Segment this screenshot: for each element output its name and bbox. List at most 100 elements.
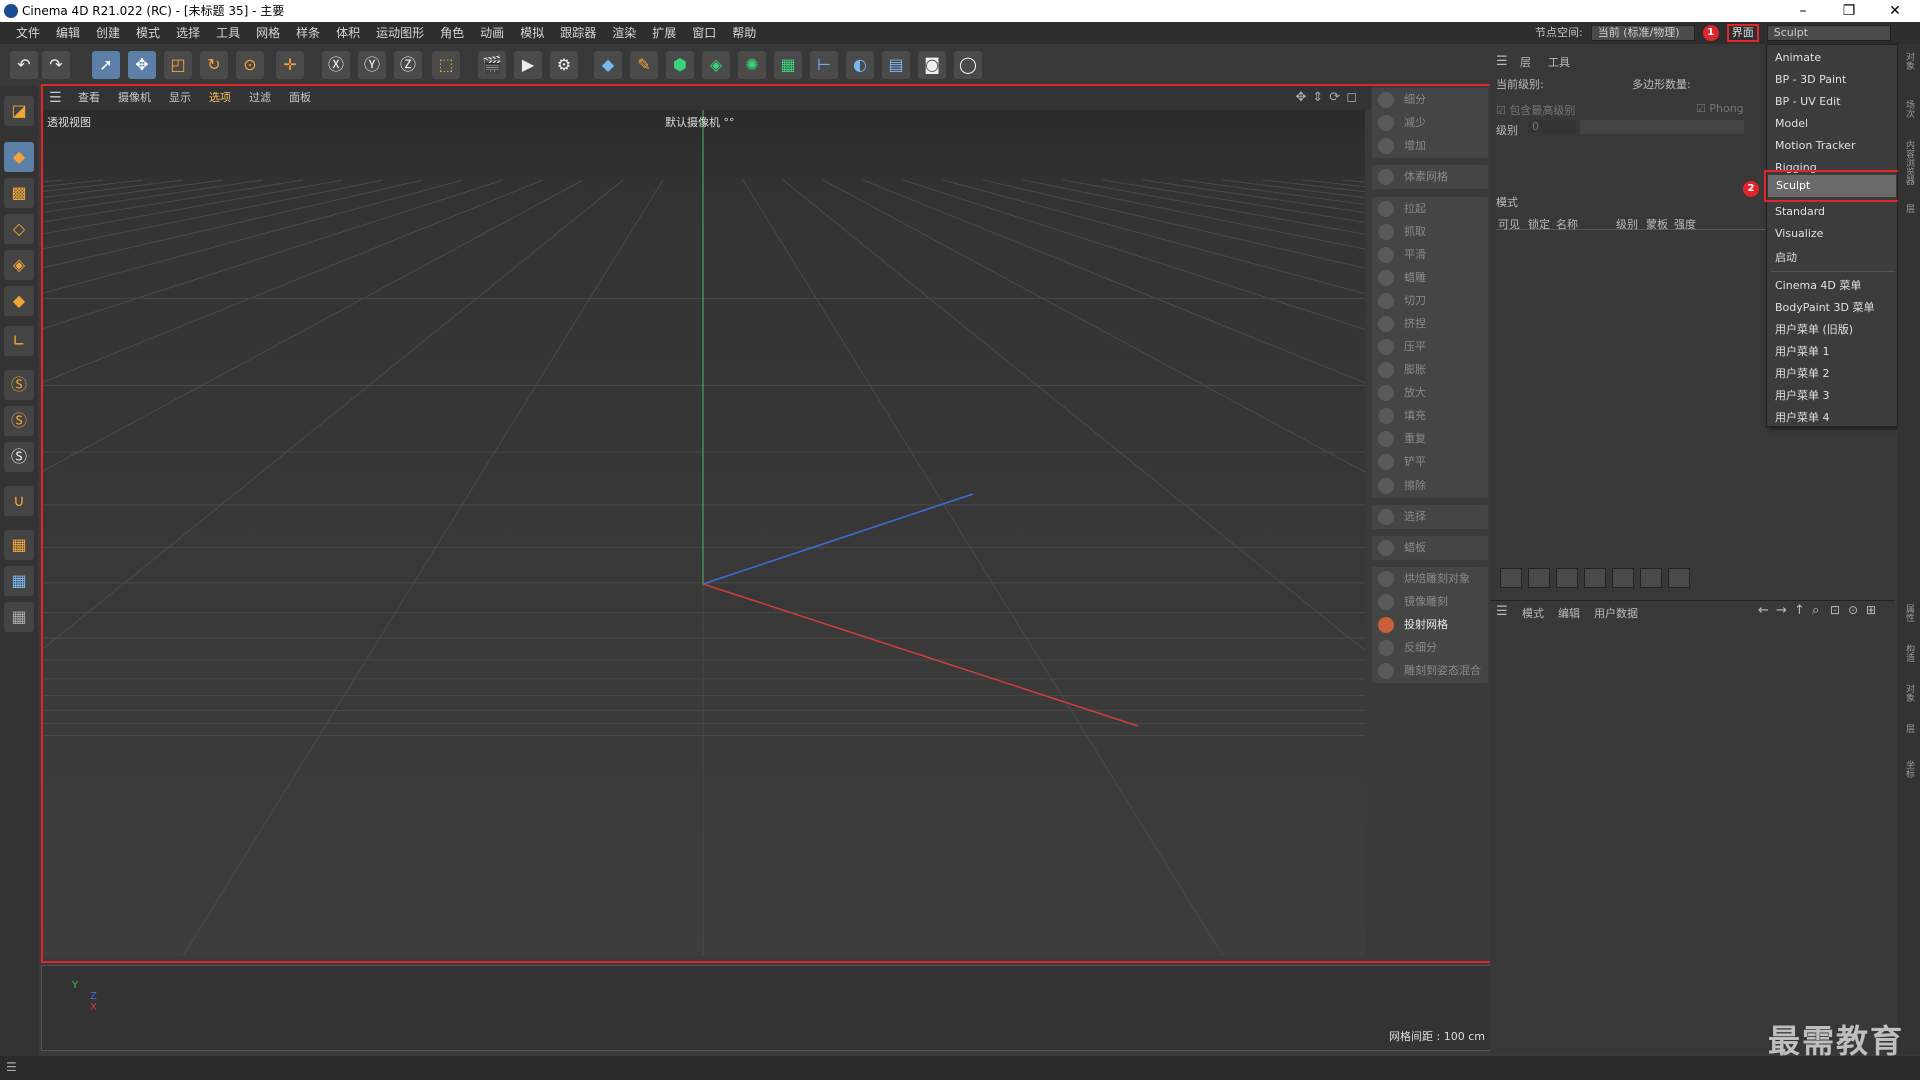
interface-button[interactable]: 界面 — [1726, 24, 1759, 42]
menu-volume[interactable]: 体积 — [328, 22, 368, 44]
menu-tools[interactable]: 工具 — [208, 22, 248, 44]
level-field[interactable]: 0 — [1528, 120, 1576, 133]
snap-settings-icon[interactable]: Ⓢ — [4, 406, 34, 436]
polygons-mode-icon[interactable]: ◆ — [4, 286, 34, 316]
layout-option-sculpt[interactable]: Sculpt — [1768, 175, 1896, 197]
restore-button[interactable]: ❐ — [1826, 0, 1872, 22]
sculpt-tool-button[interactable]: 铲平 — [1372, 450, 1488, 474]
recent-tool-icon[interactable]: ⊙ — [236, 51, 264, 79]
redo-icon[interactable]: ↷ — [42, 51, 70, 79]
delete-layer-icon[interactable] — [1556, 568, 1578, 588]
maximize-view-icon[interactable]: ◻ — [1346, 86, 1357, 110]
make-editable-icon[interactable]: ◪ — [4, 96, 34, 126]
y-axis-lock-icon[interactable]: Ⓨ — [358, 51, 386, 79]
layout-option[interactable]: Motion Tracker — [1775, 139, 1855, 152]
attr-menu-userdata[interactable]: 用户数据 — [1594, 605, 1638, 621]
sculpt-tool-button[interactable]: 膨胀 — [1372, 358, 1488, 382]
sculpt-tool-button[interactable]: 放大 — [1372, 381, 1488, 405]
col-level[interactable]: 级别 — [1616, 216, 1638, 232]
attributes-hamburger-icon[interactable]: ☰ — [1496, 604, 1508, 619]
sculpt-tool-button[interactable]: 拉起 — [1372, 197, 1488, 221]
layout-option[interactable]: Standard — [1775, 205, 1825, 218]
sculpt-tool-button[interactable]: 增加 — [1372, 134, 1488, 158]
sculpt-tool-button[interactable]: 蜡雕 — [1372, 266, 1488, 290]
cube-icon[interactable]: ◆ — [594, 51, 622, 79]
search-icon[interactable]: ⌕ — [1812, 603, 1819, 618]
forward-arrow-icon[interactable]: → — [1776, 603, 1787, 618]
select-tool-icon[interactable]: ➚ — [92, 51, 120, 79]
edges-mode-icon[interactable]: ◈ — [4, 250, 34, 280]
sculpt-tool-button[interactable]: 细分 — [1372, 88, 1488, 112]
rotate-tool-icon[interactable]: ↻ — [200, 51, 228, 79]
paste-layer-icon[interactable] — [1640, 568, 1662, 588]
viewport-menu-camera[interactable]: 摄像机 — [109, 86, 160, 110]
menu-mograph[interactable]: 运动图形 — [368, 22, 432, 44]
live-select-icon[interactable]: ✛ — [276, 51, 304, 79]
sculpt-tool-button[interactable]: 挤捏 — [1372, 312, 1488, 336]
menu-window[interactable]: 窗口 — [684, 22, 724, 44]
menu-tracker[interactable]: 跟踪器 — [552, 22, 604, 44]
subdivision-surface-icon[interactable]: ⬢ — [666, 51, 694, 79]
menu-mesh[interactable]: 网格 — [248, 22, 288, 44]
viewport-hamburger-icon[interactable]: ☰ — [49, 86, 62, 110]
side-tab-construction[interactable]: 构造 — [1902, 644, 1916, 662]
sculpt-tool-button[interactable]: 抓取 — [1372, 220, 1488, 244]
axis-mode-icon[interactable]: ∟ — [4, 326, 34, 356]
clear-layer-icon[interactable] — [1668, 568, 1690, 588]
side-tab-objects[interactable]: 对象 — [1902, 52, 1916, 70]
magnet-icon[interactable]: ∪ — [4, 486, 34, 516]
menu-file[interactable]: 文件 — [8, 22, 48, 44]
model-mode-icon[interactable]: ◆ — [4, 142, 34, 172]
lock-icon[interactable]: ⊡ — [1830, 603, 1840, 617]
merge-layer-icon[interactable] — [1584, 568, 1606, 588]
menu-create[interactable]: 创建 — [88, 22, 128, 44]
layout-option[interactable]: 用户菜单 1 — [1775, 343, 1830, 359]
menu-animate[interactable]: 动画 — [472, 22, 512, 44]
sculpt-tool-button[interactable]: 烘焙雕刻对象 — [1372, 567, 1488, 591]
bend-deformer-icon[interactable]: ⊢ — [810, 51, 838, 79]
menu-spline[interactable]: 样条 — [288, 22, 328, 44]
sculpt-tool-button[interactable]: 减少 — [1372, 111, 1488, 135]
orbit-view-icon[interactable]: ⟳ — [1329, 86, 1340, 110]
pen-spline-icon[interactable]: ✎ — [630, 51, 658, 79]
side-tab-content-browser[interactable]: 内容浏览器 — [1902, 140, 1916, 185]
layout-option[interactable]: Visualize — [1775, 227, 1823, 240]
viewport-menu-panel[interactable]: 面板 — [280, 86, 320, 110]
back-arrow-icon[interactable]: ← — [1758, 603, 1769, 618]
side-tab-objects-2[interactable]: 对象 — [1902, 684, 1916, 702]
mograph-icon[interactable]: ▦ — [774, 51, 802, 79]
undo-icon[interactable]: ↶ — [10, 51, 38, 79]
sculpt-tool-button[interactable]: 雕刻到姿态混合 — [1372, 659, 1488, 683]
sculpt-tool-button[interactable]: 切刀 — [1372, 289, 1488, 313]
side-tab-takes[interactable]: 场次 — [1902, 100, 1916, 118]
scale-tool-icon[interactable]: ◰ — [164, 51, 192, 79]
layout-option[interactable]: 用户菜单 3 — [1775, 387, 1830, 403]
col-strength[interactable]: 强度 — [1674, 216, 1696, 232]
field-icon[interactable]: ◐ — [846, 51, 874, 79]
copy-layer-icon[interactable] — [1612, 568, 1634, 588]
include-higher-checkbox[interactable]: ☑ 包含最高级别 — [1496, 102, 1575, 118]
viewport-menu-options[interactable]: 选项 — [200, 86, 240, 110]
sculpt-tool-button[interactable]: 重复 — [1372, 427, 1488, 451]
side-tab-coordinates[interactable]: 坐标 — [1902, 760, 1916, 778]
texture-mode-icon[interactable]: ▩ — [4, 178, 34, 208]
menu-help[interactable]: 帮助 — [724, 22, 764, 44]
coordinate-system-icon[interactable]: ⬚ — [432, 51, 460, 79]
layout-dropdown[interactable]: Sculpt — [1766, 25, 1891, 41]
menu-extensions[interactable]: 扩展 — [644, 22, 684, 44]
sculpt-tool-button[interactable]: 平滑 — [1372, 243, 1488, 267]
col-mask[interactable]: 蒙板 — [1646, 216, 1668, 232]
render-settings-icon[interactable]: ⚙ — [550, 51, 578, 79]
floor-icon[interactable]: ▤ — [882, 51, 910, 79]
layout-option[interactable]: BP - 3D Paint — [1775, 73, 1846, 86]
layout-option[interactable]: Cinema 4D 菜单 — [1775, 277, 1861, 293]
points-mode-icon[interactable]: ◇ — [4, 214, 34, 244]
menu-edit[interactable]: 编辑 — [48, 22, 88, 44]
menu-select[interactable]: 选择 — [168, 22, 208, 44]
attr-menu-mode[interactable]: 模式 — [1522, 605, 1544, 621]
close-button[interactable]: ✕ — [1872, 0, 1918, 22]
z-axis-lock-icon[interactable]: Ⓩ — [394, 51, 422, 79]
light-icon[interactable]: ◯ — [954, 51, 982, 79]
phong-checkbox[interactable]: ☑ Phong — [1696, 102, 1744, 115]
node-space-dropdown[interactable]: 当前 (标准/物理) — [1590, 25, 1695, 41]
